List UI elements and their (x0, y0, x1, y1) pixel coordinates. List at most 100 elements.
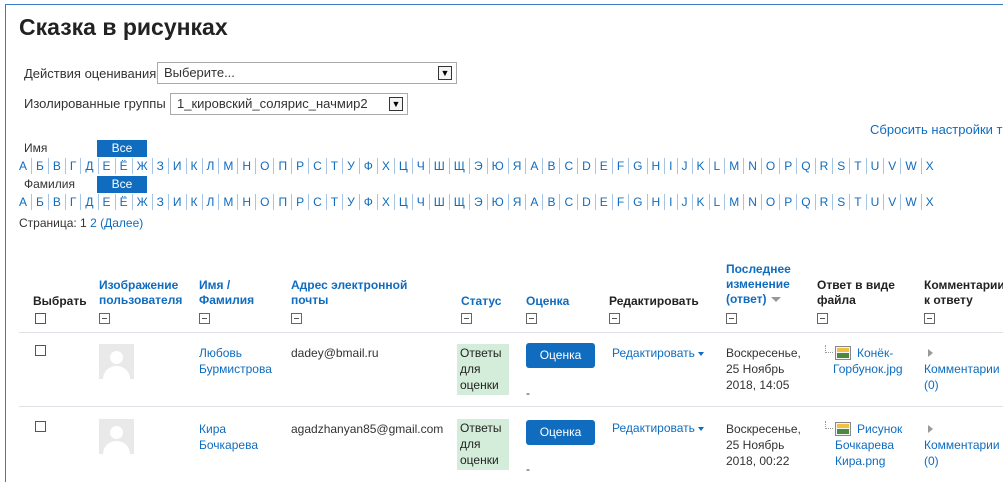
letter-filter-link[interactable]: Д (80, 158, 97, 174)
letter-filter-link[interactable]: F (611, 158, 628, 174)
letter-filter-link[interactable]: И (167, 158, 186, 174)
letter-filter-link[interactable]: B (542, 194, 559, 210)
letter-filter-link[interactable]: Р (291, 194, 308, 210)
letter-filter-link[interactable]: Ё (114, 158, 132, 174)
letter-filter-link[interactable]: R (814, 194, 833, 210)
letter-filter-link[interactable]: К (185, 194, 202, 210)
comments-link[interactable]: Комментарии (0) (924, 361, 1000, 393)
letter-filter-link[interactable]: K (691, 158, 709, 174)
letter-filter-link[interactable]: S (832, 158, 849, 174)
collapse-column-icon[interactable] (609, 313, 620, 324)
letter-filter-link[interactable]: У (342, 158, 359, 174)
letter-filter-link[interactable]: E (594, 158, 612, 174)
letter-filter-link[interactable]: Р (291, 158, 308, 174)
edit-menu[interactable]: Редактировать (612, 346, 704, 360)
file-link[interactable]: Конёк- Горбунок.jpg (833, 345, 903, 377)
collapse-column-icon[interactable] (526, 313, 537, 324)
letter-filter-link[interactable]: O (760, 194, 779, 210)
letter-filter-link[interactable]: Г (64, 194, 81, 210)
letter-filter-link[interactable]: I (664, 194, 676, 210)
collapse-column-icon[interactable] (924, 313, 935, 324)
collapse-column-icon[interactable] (291, 313, 302, 324)
header-email[interactable]: Адрес электронной почты (291, 278, 407, 308)
letter-filter-link[interactable]: Ё (114, 194, 132, 210)
letter-filter-link[interactable]: Ц (393, 194, 412, 210)
letter-filter-link[interactable]: И (167, 194, 186, 210)
letter-filter-link[interactable]: P (779, 158, 796, 174)
letter-filter-link[interactable]: Н (237, 194, 255, 210)
letter-filter-link[interactable]: G (628, 158, 646, 174)
letter-filter-link[interactable]: П (273, 158, 291, 174)
letter-filter-link[interactable]: W (900, 158, 920, 174)
letter-filter-link[interactable]: J (676, 194, 692, 210)
letter-filter-link[interactable]: V (883, 194, 900, 210)
letter-filter-link[interactable]: О (255, 158, 273, 174)
letter-filter-link[interactable]: Ю (486, 158, 508, 174)
letter-filter-link[interactable]: L (708, 194, 725, 210)
letter-filter-link[interactable]: K (691, 194, 709, 210)
edit-menu[interactable]: Редактировать (612, 421, 704, 435)
letter-filter-link[interactable]: З (151, 158, 168, 174)
letter-filter-link[interactable]: C (559, 194, 577, 210)
groups-select[interactable]: 1_кировский_солярис_начмир2 ▼ (170, 93, 408, 115)
letter-filter-link[interactable]: Э (469, 194, 487, 210)
letter-filter-link[interactable]: Т (325, 158, 342, 174)
letter-filter-link[interactable]: Е (97, 194, 115, 210)
letter-filter-link[interactable]: Д (80, 194, 97, 210)
letter-filter-link[interactable]: Ж (131, 158, 152, 174)
letter-filter-link[interactable]: Ж (131, 194, 152, 210)
row-select-checkbox[interactable] (35, 421, 46, 432)
letter-filter-link[interactable]: U (865, 194, 884, 210)
file-link[interactable]: Рисунок Бочкарева Кира.png (835, 421, 902, 469)
row-select-checkbox[interactable] (35, 345, 46, 356)
letter-filter-link[interactable]: L (708, 158, 725, 174)
header-user-image[interactable]: Изображение пользователя (99, 278, 182, 308)
letter-filter-link[interactable]: H (646, 194, 665, 210)
letter-filter-link[interactable]: Ц (393, 158, 412, 174)
letter-filter-link[interactable]: M (724, 194, 743, 210)
letter-filter-link[interactable]: Х (376, 194, 394, 210)
letter-filter-link[interactable]: N (743, 194, 761, 210)
letter-filter-link[interactable]: Щ (448, 158, 469, 174)
collapse-column-icon[interactable] (199, 313, 210, 324)
letter-filter-link[interactable]: G (628, 194, 646, 210)
letter-filter-link[interactable]: A (525, 158, 542, 174)
letter-filter-link[interactable]: A (525, 194, 542, 210)
letter-filter-link[interactable]: U (865, 158, 884, 174)
next-page-link[interactable]: (Далее) (100, 216, 143, 230)
expand-icon[interactable] (928, 349, 933, 357)
letter-filter-link[interactable]: М (218, 158, 237, 174)
letter-filter-link[interactable]: T (849, 158, 865, 174)
last-name-all-button[interactable]: Все (97, 176, 147, 193)
user-name-link[interactable]: Кира Бочкарева (199, 421, 258, 453)
letter-filter-link[interactable]: Ф (358, 158, 377, 174)
letter-filter-link[interactable]: H (646, 158, 665, 174)
grading-action-select[interactable]: Выберите... ▼ (157, 62, 457, 84)
header-last-modified[interactable]: Последнее изменение (ответ) (726, 262, 791, 307)
letter-filter-link[interactable]: X (920, 194, 938, 210)
letter-filter-link[interactable]: Х (376, 158, 394, 174)
letter-filter-link[interactable]: Ш (428, 194, 449, 210)
user-name-link[interactable]: Любовь Бурмистрова (199, 345, 272, 377)
letter-filter-link[interactable]: F (611, 194, 628, 210)
collapse-column-icon[interactable] (726, 313, 737, 324)
letter-filter-link[interactable]: Л (201, 194, 219, 210)
letter-filter-link[interactable]: Ч (411, 194, 429, 210)
letter-filter-link[interactable]: К (185, 158, 202, 174)
letter-filter-link[interactable]: J (676, 158, 692, 174)
letter-filter-link[interactable]: Я (507, 158, 526, 174)
letter-filter-link[interactable]: Э (469, 158, 487, 174)
letter-filter-link[interactable]: М (218, 194, 237, 210)
letter-filter-link[interactable]: Б (31, 158, 48, 174)
collapse-column-icon[interactable] (99, 313, 110, 324)
letter-filter-link[interactable]: Т (325, 194, 342, 210)
letter-filter-link[interactable]: Ю (486, 194, 508, 210)
letter-filter-link[interactable]: D (577, 158, 595, 174)
letter-filter-link[interactable]: V (883, 158, 900, 174)
letter-filter-link[interactable]: I (664, 158, 676, 174)
letter-filter-link[interactable]: В (47, 194, 65, 210)
letter-filter-link[interactable]: Щ (448, 194, 469, 210)
letter-filter-link[interactable]: Е (97, 158, 115, 174)
comments-link[interactable]: Комментарии (0) (924, 437, 1000, 469)
letter-filter-link[interactable]: Я (507, 194, 526, 210)
